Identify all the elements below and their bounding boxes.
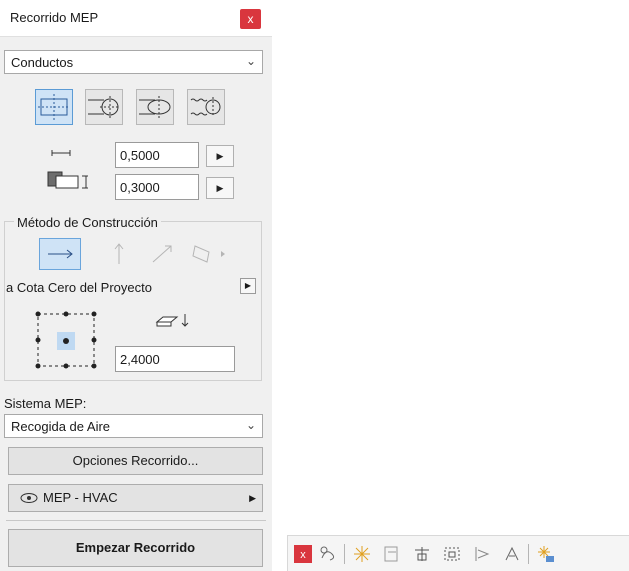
- start-routing-button[interactable]: Empezar Recorrido: [8, 529, 263, 567]
- toolbar-divider: [528, 544, 529, 564]
- start-routing-label: Empezar Recorrido: [75, 540, 196, 555]
- round-duct-icon: [88, 96, 120, 118]
- rotate-icon[interactable]: [502, 544, 522, 564]
- chevron-right-icon: ▶: [249, 493, 256, 503]
- slope-icon: [192, 245, 225, 263]
- arrow-diagonal-icon: [152, 245, 172, 263]
- duct-width-input[interactable]: 0,5000: [115, 142, 199, 168]
- settings-icon[interactable]: [536, 544, 556, 564]
- close-button[interactable]: x: [240, 9, 261, 29]
- layer-label: MEP - HVAC: [43, 490, 118, 505]
- reference-level-menu-button[interactable]: ▶: [240, 278, 256, 294]
- toolbar-divider: [344, 544, 345, 564]
- transition-icon[interactable]: [382, 544, 402, 564]
- domain-select[interactable]: Conductos ⌄: [4, 50, 263, 74]
- chevron-down-icon: ⌄: [245, 418, 256, 432]
- height-options-button[interactable]: ▶: [206, 177, 234, 199]
- flexible-duct-icon: [190, 97, 221, 117]
- fit-icon[interactable]: [442, 544, 462, 564]
- construction-method-label: Método de Construcción: [14, 215, 161, 230]
- mep-system-value: Recogida de Aire: [11, 419, 111, 434]
- oval-shape-button[interactable]: [136, 89, 174, 125]
- arrow-up-icon: [114, 243, 124, 264]
- flexible-shape-button[interactable]: [187, 89, 225, 125]
- routing-options-button[interactable]: Opciones Recorrido...: [8, 447, 263, 475]
- close-icon[interactable]: x: [294, 545, 312, 563]
- vertical-method-button[interactable]: [99, 238, 141, 270]
- duct-height-value: 0,3000: [120, 180, 160, 195]
- elevation-value: 2,4000: [120, 352, 160, 367]
- horizontal-method-button[interactable]: [39, 238, 81, 270]
- duct-dimensions-icon: [47, 150, 88, 189]
- divider: [6, 520, 266, 521]
- rectangular-duct-icon: [38, 94, 70, 120]
- anchor-point-icon[interactable]: [30, 306, 102, 372]
- oval-duct-icon: [139, 96, 171, 118]
- chevron-down-icon: ⌄: [245, 54, 256, 68]
- slope-method-button[interactable]: [187, 238, 229, 270]
- routing-options-label: Opciones Recorrido...: [72, 453, 199, 468]
- diagonal-method-button[interactable]: [143, 238, 185, 270]
- palette-title: Recorrido MEP: [10, 10, 99, 25]
- elevation-icon[interactable]: [472, 544, 492, 564]
- mep-system-label: Sistema MEP:: [4, 396, 87, 411]
- routing-toolbar: x: [287, 535, 629, 571]
- elevation-input[interactable]: 2,4000: [115, 346, 235, 372]
- arrow-right-icon: [48, 249, 73, 259]
- mep-routing-palette: Recorrido MEP x Conductos ⌄ 0,5000 ▶ 0,3…: [0, 0, 272, 571]
- mep-system-select[interactable]: Recogida de Aire ⌄: [4, 414, 263, 438]
- round-shape-button[interactable]: [85, 89, 123, 125]
- reference-level-label: a Cota Cero del Proyecto: [6, 280, 152, 295]
- elevation-icon: [155, 314, 189, 327]
- duct-height-input[interactable]: 0,3000: [115, 174, 199, 200]
- rectangular-shape-button[interactable]: [35, 89, 73, 125]
- domain-select-value: Conductos: [11, 55, 74, 70]
- eye-icon: [20, 493, 38, 503]
- width-options-button[interactable]: ▶: [206, 145, 234, 167]
- layer-button[interactable]: MEP - HVAC ▶: [8, 484, 263, 512]
- route-icon[interactable]: [318, 544, 338, 564]
- palette-titlebar[interactable]: Recorrido MEP x: [0, 0, 272, 37]
- duct-width-value: 0,5000: [120, 148, 160, 163]
- branch-icon[interactable]: [412, 544, 432, 564]
- snap-icon[interactable]: [352, 544, 372, 564]
